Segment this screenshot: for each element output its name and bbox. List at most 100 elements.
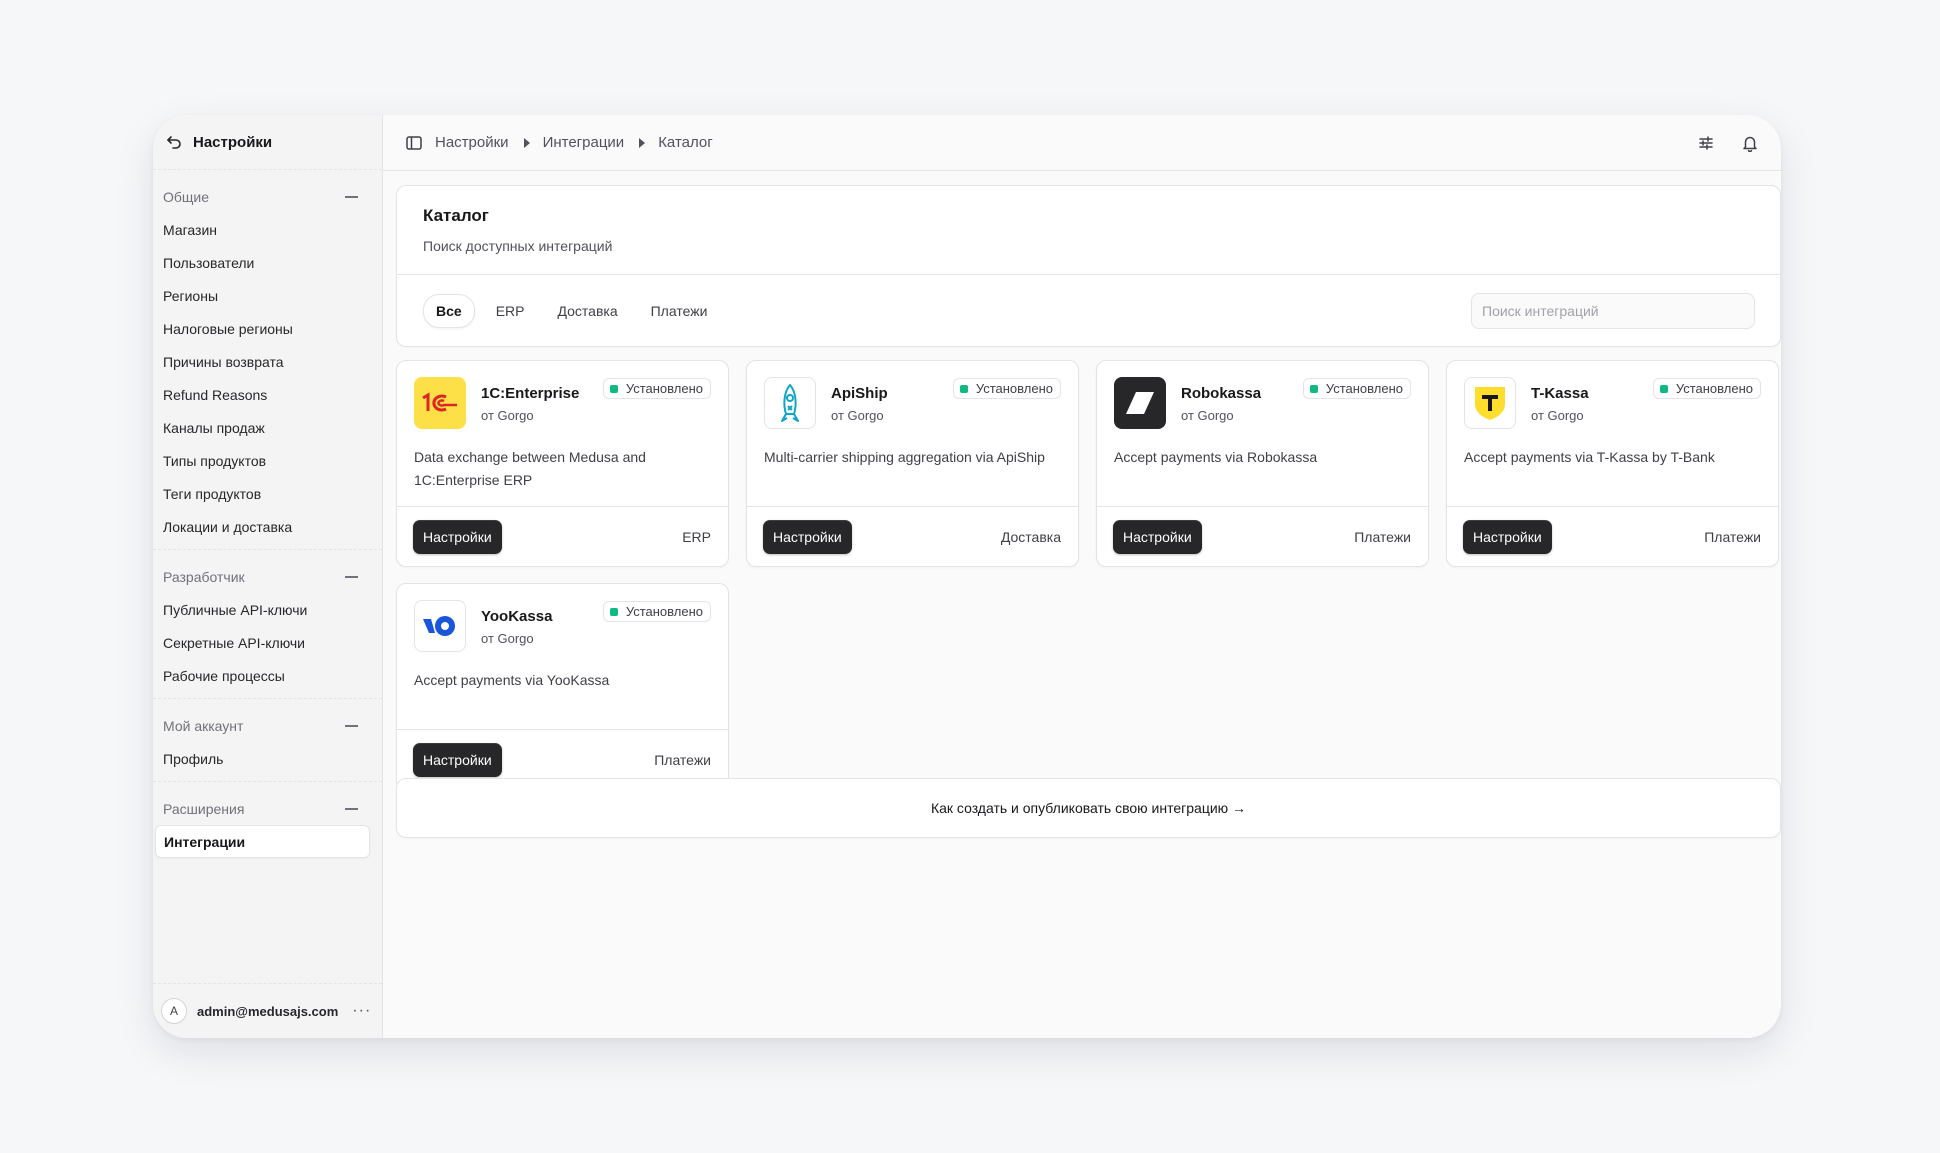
settings-button[interactable]: Настройки <box>763 520 852 554</box>
section-header-extensions[interactable]: Расширения <box>153 792 382 825</box>
sidebar-item-publishable-keys[interactable]: Публичные API-ключи <box>153 593 382 626</box>
sidebar-item-store[interactable]: Магазин <box>153 213 382 246</box>
sidebar-item-product-tags[interactable]: Теги продуктов <box>153 477 382 510</box>
integration-author: от Gorgo <box>831 408 884 423</box>
main-content: Настройки Интеграции Каталог Каталог Пои… <box>383 115 1781 1038</box>
sidebar-item-secret-keys[interactable]: Секретные API-ключи <box>153 626 382 659</box>
status-badge: Установлено <box>1652 378 1761 399</box>
settings-button[interactable]: Настройки <box>1113 520 1202 554</box>
sidebar: Настройки Общие Магазин Пользователи Рег… <box>153 115 383 1038</box>
sidebar-section-extensions: Расширения Интеграции <box>153 782 382 864</box>
status-badge: Установлено <box>1302 378 1411 399</box>
sidebar-item-users[interactable]: Пользователи <box>153 246 382 279</box>
collapse-icon[interactable] <box>345 195 358 198</box>
back-arrow-icon[interactable] <box>163 131 185 153</box>
search-input[interactable] <box>1471 292 1755 329</box>
catalog-header: Каталог Поиск доступных интеграций <box>397 186 1780 275</box>
sidebar-item-tax-regions[interactable]: Налоговые регионы <box>153 312 382 345</box>
integration-card-apiship: ApiShip от Gorgo Установлено Multi-carri… <box>746 360 1079 567</box>
page-subtitle: Поиск доступных интеграций <box>423 238 613 254</box>
integration-description: Accept payments via Robokassa <box>1114 449 1318 465</box>
collapse-icon[interactable] <box>345 724 358 727</box>
status-badge: Установлено <box>952 378 1061 399</box>
filter-bar: Все ERP Доставка Платежи <box>397 275 1780 346</box>
integration-category: Платежи <box>1354 529 1411 545</box>
sidebar-toggle-icon[interactable] <box>405 134 423 152</box>
sidebar-item-return-reasons[interactable]: Причины возврата <box>153 345 382 378</box>
sidebar-item-product-types[interactable]: Типы продуктов <box>153 444 382 477</box>
breadcrumb-settings[interactable]: Настройки <box>435 134 509 151</box>
integration-name: YooKassa <box>481 608 553 625</box>
sidebar-item-locations[interactable]: Локации и доставка <box>153 510 382 543</box>
breadcrumb-separator-icon <box>639 137 646 148</box>
collapse-icon[interactable] <box>345 807 358 810</box>
integration-card-1c: 1C:Enterprise от Gorgo Установлено Data … <box>396 360 729 567</box>
breadcrumb: Настройки Интеграции Каталог <box>435 134 713 151</box>
sidebar-item-regions[interactable]: Регионы <box>153 279 382 312</box>
collapse-icon[interactable] <box>345 575 358 578</box>
integration-name: T-Kassa <box>1531 385 1589 402</box>
status-dot-icon <box>609 607 618 616</box>
robokassa-logo-icon <box>1114 377 1166 429</box>
filter-payments[interactable]: Платежи <box>639 295 720 327</box>
settings-button[interactable]: Настройки <box>413 520 502 554</box>
filter-erp[interactable]: ERP <box>484 295 537 327</box>
sidebar-item-refund-reasons[interactable]: Refund Reasons <box>153 378 382 411</box>
adjustments-icon[interactable] <box>1695 132 1717 154</box>
sidebar-item-integrations[interactable]: Интеграции <box>155 825 370 858</box>
status-badge: Установлено <box>602 378 711 399</box>
integration-category: Платежи <box>1704 529 1761 545</box>
bell-icon[interactable] <box>1739 132 1761 154</box>
section-header-developer[interactable]: Разработчик <box>153 560 382 593</box>
tkassa-logo-icon <box>1464 377 1516 429</box>
settings-button[interactable]: Настройки <box>1463 520 1552 554</box>
integration-name: Robokassa <box>1181 385 1262 402</box>
apiship-logo-icon <box>764 377 816 429</box>
section-header-account[interactable]: Мой аккаунт <box>153 709 382 742</box>
status-label: Установлено <box>625 604 703 619</box>
avatar[interactable]: A <box>161 998 187 1024</box>
integration-category: Доставка <box>1000 529 1061 545</box>
settings-button[interactable]: Настройки <box>413 743 502 777</box>
section-header-general[interactable]: Общие <box>153 180 382 213</box>
create-integration-guide-link[interactable]: Как создать и опубликовать свою интеграц… <box>396 778 1781 838</box>
onec-logo-icon <box>414 377 466 429</box>
filter-delivery[interactable]: Доставка <box>545 295 629 327</box>
breadcrumb-integrations[interactable]: Интеграции <box>543 134 625 151</box>
sidebar-item-workflows[interactable]: Рабочие процессы <box>153 659 382 692</box>
topbar: Настройки Интеграции Каталог <box>383 115 1781 171</box>
more-options-icon[interactable]: ··· <box>352 1002 371 1020</box>
status-badge: Установлено <box>602 601 711 622</box>
yookassa-logo-icon <box>414 600 466 652</box>
sidebar-item-sales-channels[interactable]: Каналы продаж <box>153 411 382 444</box>
app-window: Настройки Общие Магазин Пользователи Рег… <box>153 115 1781 1038</box>
integration-description: Data exchange between Medusa and 1C:Ente… <box>414 449 646 488</box>
status-dot-icon <box>1659 384 1668 393</box>
integration-author: от Gorgo <box>1181 408 1234 423</box>
integration-category: Платежи <box>654 752 711 768</box>
integration-name: ApiShip <box>831 385 888 402</box>
user-menu[interactable]: A admin@medusajs.com ··· <box>153 983 382 1038</box>
integration-description: Accept payments via YooKassa <box>414 672 610 688</box>
page-title: Каталог <box>423 206 489 225</box>
filter-all[interactable]: Все <box>423 293 475 328</box>
status-label: Установлено <box>1675 381 1753 396</box>
status-dot-icon <box>609 384 618 393</box>
status-label: Установлено <box>975 381 1053 396</box>
breadcrumb-separator-icon <box>523 137 530 148</box>
sidebar-header[interactable]: Настройки <box>153 115 382 170</box>
status-label: Установлено <box>1325 381 1403 396</box>
section-label: Мой аккаунт <box>163 717 244 734</box>
integration-description: Multi-carrier shipping aggregation via A… <box>764 449 1045 465</box>
integration-category: ERP <box>682 529 711 545</box>
sidebar-section-general: Общие Магазин Пользователи Регионы Налог… <box>153 170 382 550</box>
status-dot-icon <box>959 384 968 393</box>
integration-author: от Gorgo <box>481 408 534 423</box>
sidebar-title: Настройки <box>193 133 273 151</box>
integration-author: от Gorgo <box>1531 408 1584 423</box>
sidebar-item-profile[interactable]: Профиль <box>153 742 382 775</box>
integration-card-tkassa: T-Kassa от Gorgo Установлено Accept paym… <box>1446 360 1779 567</box>
breadcrumb-catalog: Каталог <box>658 134 713 151</box>
integration-card-robokassa: Robokassa от Gorgo Установлено Accept pa… <box>1096 360 1429 567</box>
section-label: Общие <box>163 188 210 205</box>
